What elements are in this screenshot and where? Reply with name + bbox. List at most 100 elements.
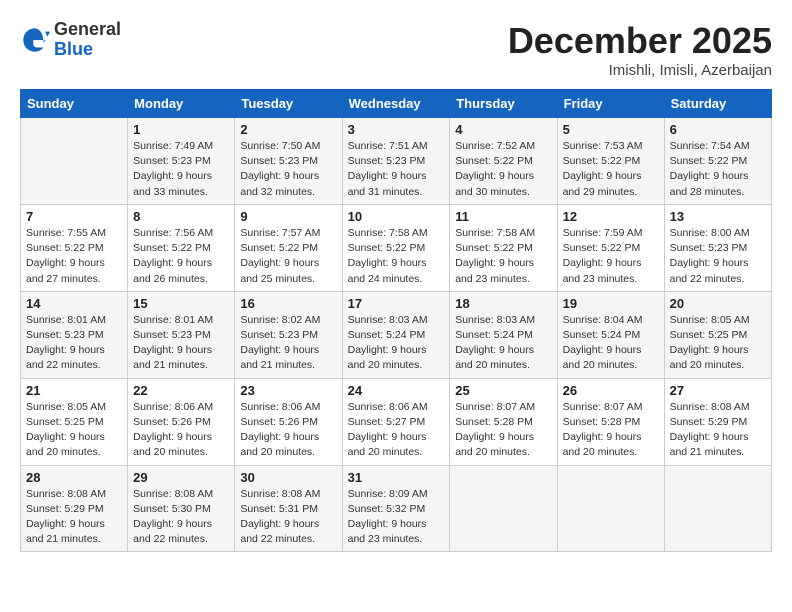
header-tuesday: Tuesday bbox=[235, 90, 342, 118]
day-number: 11 bbox=[455, 209, 551, 224]
day-info: Sunrise: 7:56 AM Sunset: 5:22 PM Dayligh… bbox=[133, 226, 229, 287]
day-info: Sunrise: 8:05 AM Sunset: 5:25 PM Dayligh… bbox=[670, 313, 766, 374]
day-number: 31 bbox=[348, 470, 445, 485]
day-number: 3 bbox=[348, 122, 445, 137]
day-number: 21 bbox=[26, 383, 122, 398]
calendar-cell bbox=[557, 465, 664, 552]
day-info: Sunrise: 8:07 AM Sunset: 5:28 PM Dayligh… bbox=[455, 400, 551, 461]
day-number: 6 bbox=[670, 122, 766, 137]
calendar-cell: 18Sunrise: 8:03 AM Sunset: 5:24 PM Dayli… bbox=[450, 291, 557, 378]
calendar-cell: 29 Sunrise: 8:08 AM Sunset: 5:30 PM Dayli… bbox=[128, 465, 235, 552]
day-number: 5 bbox=[563, 122, 659, 137]
calendar-body: 1 Sunrise: 7:49 AM Sunset: 5:23 PM Daylig… bbox=[21, 118, 772, 552]
day-number: 23 bbox=[240, 383, 336, 398]
day-info: Sunrise: 7:49 AM Sunset: 5:23 PM Dayligh… bbox=[133, 139, 229, 200]
day-info: Sunrise: 7:51 AM Sunset: 5:23 PM Dayligh… bbox=[348, 139, 445, 200]
calendar-cell: 20 Sunrise: 8:05 AM Sunset: 5:25 PM Dayli… bbox=[664, 291, 771, 378]
day-number: 14 bbox=[26, 296, 122, 311]
day-number: 1 bbox=[133, 122, 229, 137]
day-info: Sunrise: 8:07 AM Sunset: 5:28 PM Dayligh… bbox=[563, 400, 659, 461]
calendar-cell: 19 Sunrise: 8:04 AM Sunset: 5:24 PM Dayli… bbox=[557, 291, 664, 378]
calendar-cell bbox=[664, 465, 771, 552]
day-number: 17 bbox=[348, 296, 445, 311]
day-number: 26 bbox=[563, 383, 659, 398]
day-number: 19 bbox=[563, 296, 659, 311]
logo-general: General bbox=[54, 20, 121, 40]
day-number: 8 bbox=[133, 209, 229, 224]
day-info: Sunrise: 8:01 AM Sunset: 5:23 PM Dayligh… bbox=[133, 313, 229, 374]
calendar-cell: 25 Sunrise: 8:07 AM Sunset: 5:28 PM Dayli… bbox=[450, 378, 557, 465]
day-number: 20 bbox=[670, 296, 766, 311]
calendar-table: SundayMondayTuesdayWednesdayThursdayFrid… bbox=[20, 89, 772, 552]
day-number: 25 bbox=[455, 383, 551, 398]
day-info: Sunrise: 8:03 AM Sunset: 5:24 PM Dayligh… bbox=[455, 313, 551, 374]
calendar-cell bbox=[21, 118, 128, 205]
day-info: Sunrise: 8:01 AM Sunset: 5:23 PM Dayligh… bbox=[26, 313, 122, 374]
day-number: 22 bbox=[133, 383, 229, 398]
day-info: Sunrise: 8:00 AM Sunset: 5:23 PM Dayligh… bbox=[670, 226, 766, 287]
day-number: 10 bbox=[348, 209, 445, 224]
header-friday: Friday bbox=[557, 90, 664, 118]
calendar-subtitle: Imishli, Imisli, Azerbaijan bbox=[508, 62, 772, 79]
day-number: 16 bbox=[240, 296, 336, 311]
calendar-cell: 5Sunrise: 7:53 AM Sunset: 5:22 PM Daylig… bbox=[557, 118, 664, 205]
calendar-cell: 2 Sunrise: 7:50 AM Sunset: 5:23 PM Daylig… bbox=[235, 118, 342, 205]
header-row: SundayMondayTuesdayWednesdayThursdayFrid… bbox=[21, 90, 772, 118]
day-number: 7 bbox=[26, 209, 122, 224]
day-info: Sunrise: 8:06 AM Sunset: 5:27 PM Dayligh… bbox=[348, 400, 445, 461]
calendar-title: December 2025 bbox=[508, 20, 772, 62]
day-info: Sunrise: 8:03 AM Sunset: 5:24 PM Dayligh… bbox=[348, 313, 445, 374]
calendar-cell: 3 Sunrise: 7:51 AM Sunset: 5:23 PM Daylig… bbox=[342, 118, 450, 205]
calendar-cell: 9Sunrise: 7:57 AM Sunset: 5:22 PM Daylig… bbox=[235, 204, 342, 291]
calendar-cell: 14 Sunrise: 8:01 AM Sunset: 5:23 PM Dayli… bbox=[21, 291, 128, 378]
calendar-week-4: 21Sunrise: 8:05 AM Sunset: 5:25 PM Dayli… bbox=[21, 378, 772, 465]
logo-blue: Blue bbox=[54, 40, 121, 60]
title-block: December 2025 Imishli, Imisli, Azerbaija… bbox=[508, 20, 772, 79]
day-number: 27 bbox=[670, 383, 766, 398]
calendar-cell: 7Sunrise: 7:55 AM Sunset: 5:22 PM Daylig… bbox=[21, 204, 128, 291]
calendar-week-2: 7Sunrise: 7:55 AM Sunset: 5:22 PM Daylig… bbox=[21, 204, 772, 291]
header-sunday: Sunday bbox=[21, 90, 128, 118]
day-info: Sunrise: 7:54 AM Sunset: 5:22 PM Dayligh… bbox=[670, 139, 766, 200]
calendar-cell: 27 Sunrise: 8:08 AM Sunset: 5:29 PM Dayli… bbox=[664, 378, 771, 465]
day-info: Sunrise: 7:58 AM Sunset: 5:22 PM Dayligh… bbox=[348, 226, 445, 287]
calendar-cell: 8 Sunrise: 7:56 AM Sunset: 5:22 PM Daylig… bbox=[128, 204, 235, 291]
day-info: Sunrise: 8:02 AM Sunset: 5:23 PM Dayligh… bbox=[240, 313, 336, 374]
calendar-cell: 16 Sunrise: 8:02 AM Sunset: 5:23 PM Dayli… bbox=[235, 291, 342, 378]
day-number: 30 bbox=[240, 470, 336, 485]
day-number: 13 bbox=[670, 209, 766, 224]
day-info: Sunrise: 8:08 AM Sunset: 5:29 PM Dayligh… bbox=[670, 400, 766, 461]
day-number: 28 bbox=[26, 470, 122, 485]
calendar-cell: 30Sunrise: 8:08 AM Sunset: 5:31 PM Dayli… bbox=[235, 465, 342, 552]
day-info: Sunrise: 8:06 AM Sunset: 5:26 PM Dayligh… bbox=[133, 400, 229, 461]
calendar-cell: 17 Sunrise: 8:03 AM Sunset: 5:24 PM Dayli… bbox=[342, 291, 450, 378]
logo-text: General Blue bbox=[54, 20, 121, 60]
day-info: Sunrise: 7:50 AM Sunset: 5:23 PM Dayligh… bbox=[240, 139, 336, 200]
calendar-cell: 31 Sunrise: 8:09 AM Sunset: 5:32 PM Dayli… bbox=[342, 465, 450, 552]
calendar-cell: 26 Sunrise: 8:07 AM Sunset: 5:28 PM Dayli… bbox=[557, 378, 664, 465]
header-wednesday: Wednesday bbox=[342, 90, 450, 118]
calendar-cell: 23Sunrise: 8:06 AM Sunset: 5:26 PM Dayli… bbox=[235, 378, 342, 465]
day-info: Sunrise: 8:09 AM Sunset: 5:32 PM Dayligh… bbox=[348, 487, 445, 548]
day-info: Sunrise: 7:58 AM Sunset: 5:22 PM Dayligh… bbox=[455, 226, 551, 287]
calendar-cell: 10 Sunrise: 7:58 AM Sunset: 5:22 PM Dayli… bbox=[342, 204, 450, 291]
calendar-header: SundayMondayTuesdayWednesdayThursdayFrid… bbox=[21, 90, 772, 118]
calendar-cell: 6 Sunrise: 7:54 AM Sunset: 5:22 PM Daylig… bbox=[664, 118, 771, 205]
header-thursday: Thursday bbox=[450, 90, 557, 118]
day-number: 9 bbox=[240, 209, 336, 224]
calendar-cell: 15Sunrise: 8:01 AM Sunset: 5:23 PM Dayli… bbox=[128, 291, 235, 378]
day-number: 24 bbox=[348, 383, 445, 398]
day-info: Sunrise: 8:08 AM Sunset: 5:30 PM Dayligh… bbox=[133, 487, 229, 548]
day-number: 29 bbox=[133, 470, 229, 485]
day-info: Sunrise: 8:04 AM Sunset: 5:24 PM Dayligh… bbox=[563, 313, 659, 374]
day-info: Sunrise: 8:08 AM Sunset: 5:29 PM Dayligh… bbox=[26, 487, 122, 548]
calendar-week-3: 14 Sunrise: 8:01 AM Sunset: 5:23 PM Dayli… bbox=[21, 291, 772, 378]
header-saturday: Saturday bbox=[664, 90, 771, 118]
header-monday: Monday bbox=[128, 90, 235, 118]
day-number: 2 bbox=[240, 122, 336, 137]
calendar-week-5: 28 Sunrise: 8:08 AM Sunset: 5:29 PM Dayli… bbox=[21, 465, 772, 552]
day-number: 4 bbox=[455, 122, 551, 137]
day-info: Sunrise: 7:59 AM Sunset: 5:22 PM Dayligh… bbox=[563, 226, 659, 287]
calendar-cell: 13 Sunrise: 8:00 AM Sunset: 5:23 PM Dayli… bbox=[664, 204, 771, 291]
calendar-cell: 4Sunrise: 7:52 AM Sunset: 5:22 PM Daylig… bbox=[450, 118, 557, 205]
